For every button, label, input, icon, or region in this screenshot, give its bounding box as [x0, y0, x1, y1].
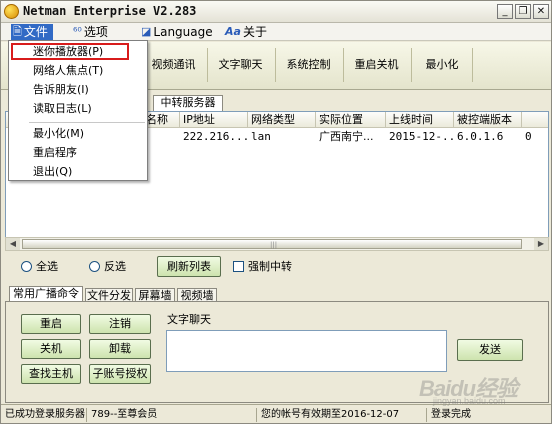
checkbox-icon — [233, 260, 244, 272]
status-expiry: 您的帐号有效期至2016-12-07 — [259, 408, 427, 422]
horizontal-scrollbar[interactable]: ◀ ||| ▶ — [5, 237, 549, 251]
select-all-radio[interactable]: 全选 — [21, 259, 58, 275]
restart-button[interactable]: 重启 — [21, 314, 81, 334]
cell-network-type: lan — [251, 130, 271, 143]
menu-language-label: Language — [153, 25, 213, 39]
refresh-list-button[interactable]: 刷新列表 — [157, 256, 221, 277]
cell-extra: 0 — [525, 130, 532, 143]
glasses-icon: ⁶⁰ — [73, 25, 82, 38]
status-bar: 已成功登录服务器 789--至尊会员 您的帐号有效期至2016-12-07 登录… — [1, 404, 551, 423]
force-relay-checkbox[interactable]: 强制中转 — [233, 259, 292, 275]
system-control-button[interactable]: 系统控制 — [275, 48, 341, 82]
cell-ip: 222.216.... — [183, 130, 248, 143]
language-icon: ◪ — [141, 25, 152, 38]
status-message: 登录完成 — [431, 409, 471, 420]
menu-item-tell-friend[interactable]: 告诉朋友(I) — [33, 82, 89, 98]
menu-item-minimize[interactable]: 最小化(M) — [33, 126, 84, 142]
column-online-time[interactable]: 上线时间 — [386, 112, 454, 128]
menu-item-read-log[interactable]: 读取日志(L) — [33, 101, 92, 117]
scroll-left-icon[interactable]: ◀ — [6, 238, 20, 250]
column-location[interactable]: 实际位置 — [316, 112, 386, 128]
uninstall-button[interactable]: 卸载 — [89, 339, 151, 359]
menu-bar: 🗎 文件 ⁶⁰ 选项 ◪ Language Aa 关于 — [1, 23, 551, 41]
file-icon: 🗎 — [13, 25, 22, 38]
status-user: 789--至尊会员 — [89, 408, 257, 422]
menu-item-focus[interactable]: 网络人焦点(T) — [33, 63, 103, 79]
minimize-toolbar-button[interactable]: 最小化 — [411, 48, 473, 82]
file-menu-dropdown: 迷你播放器(P) 网络人焦点(T) 告诉朋友(I) 读取日志(L) 最小化(M)… — [8, 40, 148, 181]
column-extra[interactable] — [522, 112, 548, 128]
close-button[interactable]: ✕ — [533, 4, 549, 19]
shutdown-button[interactable]: 关机 — [21, 339, 81, 359]
column-network-type[interactable]: 网络类型 — [248, 112, 316, 128]
logout-button[interactable]: 注销 — [89, 314, 151, 334]
invert-label: 反选 — [104, 260, 126, 273]
cell-client-version: 6.0.1.6 — [457, 130, 504, 143]
chat-input[interactable] — [166, 330, 447, 372]
radio-icon — [21, 260, 32, 272]
find-host-button[interactable]: 查找主机 — [21, 364, 81, 384]
app-logo-icon — [4, 4, 19, 19]
menu-language[interactable]: ◪ Language — [141, 24, 217, 40]
force-relay-label: 强制中转 — [248, 260, 292, 273]
menu-options[interactable]: ⁶⁰ 选项 — [73, 24, 123, 40]
radio-icon — [89, 260, 100, 272]
restore-button[interactable]: ❐ — [515, 4, 531, 19]
grip-icon: ||| — [270, 241, 278, 249]
app-window: Netman Enterprise V2.283 _ ❐ ✕ 🗎 文件 ⁶⁰ 选项 … — [0, 0, 552, 424]
menu-about-label: 关于 — [242, 25, 267, 39]
menu-item-restart-app[interactable]: 重启程序 — [33, 145, 77, 161]
chat-label: 文字聊天 — [167, 313, 211, 326]
menu-options-label: 选项 — [83, 25, 108, 39]
menu-about[interactable]: Aa 关于 — [225, 24, 275, 40]
video-call-button[interactable]: 视频通讯 — [141, 48, 205, 82]
scroll-thumb[interactable]: ||| — [22, 239, 522, 249]
selection-controls: 全选 反选 刷新列表 强制中转 — [1, 253, 551, 281]
send-button[interactable]: 发送 — [457, 339, 523, 361]
status-login: 已成功登录服务器 — [5, 408, 87, 422]
column-ip[interactable]: IP地址 — [180, 112, 248, 128]
menu-file[interactable]: 🗎 文件 — [11, 24, 53, 40]
menu-item-mini-player[interactable]: 迷你播放器(P) — [33, 44, 103, 60]
watermark-url: jingyan.baidu.com — [433, 396, 506, 406]
menu-separator — [29, 122, 145, 123]
minimize-button[interactable]: _ — [497, 4, 513, 19]
menu-file-label: 文件 — [23, 25, 48, 39]
title-bar[interactable]: Netman Enterprise V2.283 _ ❐ ✕ — [1, 1, 551, 23]
font-aa-icon: Aa — [225, 25, 241, 38]
cell-location: 广西南宁... — [319, 130, 374, 143]
invert-selection-radio[interactable]: 反选 — [89, 259, 126, 275]
sub-account-auth-button[interactable]: 子账号授权 — [89, 364, 151, 384]
text-chat-button[interactable]: 文字聊天 — [207, 48, 273, 82]
window-title: Netman Enterprise V2.283 — [23, 4, 197, 18]
cell-online-time: 2015-12-... — [389, 130, 454, 143]
menu-item-exit[interactable]: 退出(Q) — [33, 164, 72, 180]
select-all-label: 全选 — [36, 260, 58, 273]
column-client-version[interactable]: 被控端版本 — [454, 112, 522, 128]
restart-shutdown-button[interactable]: 重启关机 — [343, 48, 409, 82]
scroll-right-icon[interactable]: ▶ — [534, 238, 548, 250]
